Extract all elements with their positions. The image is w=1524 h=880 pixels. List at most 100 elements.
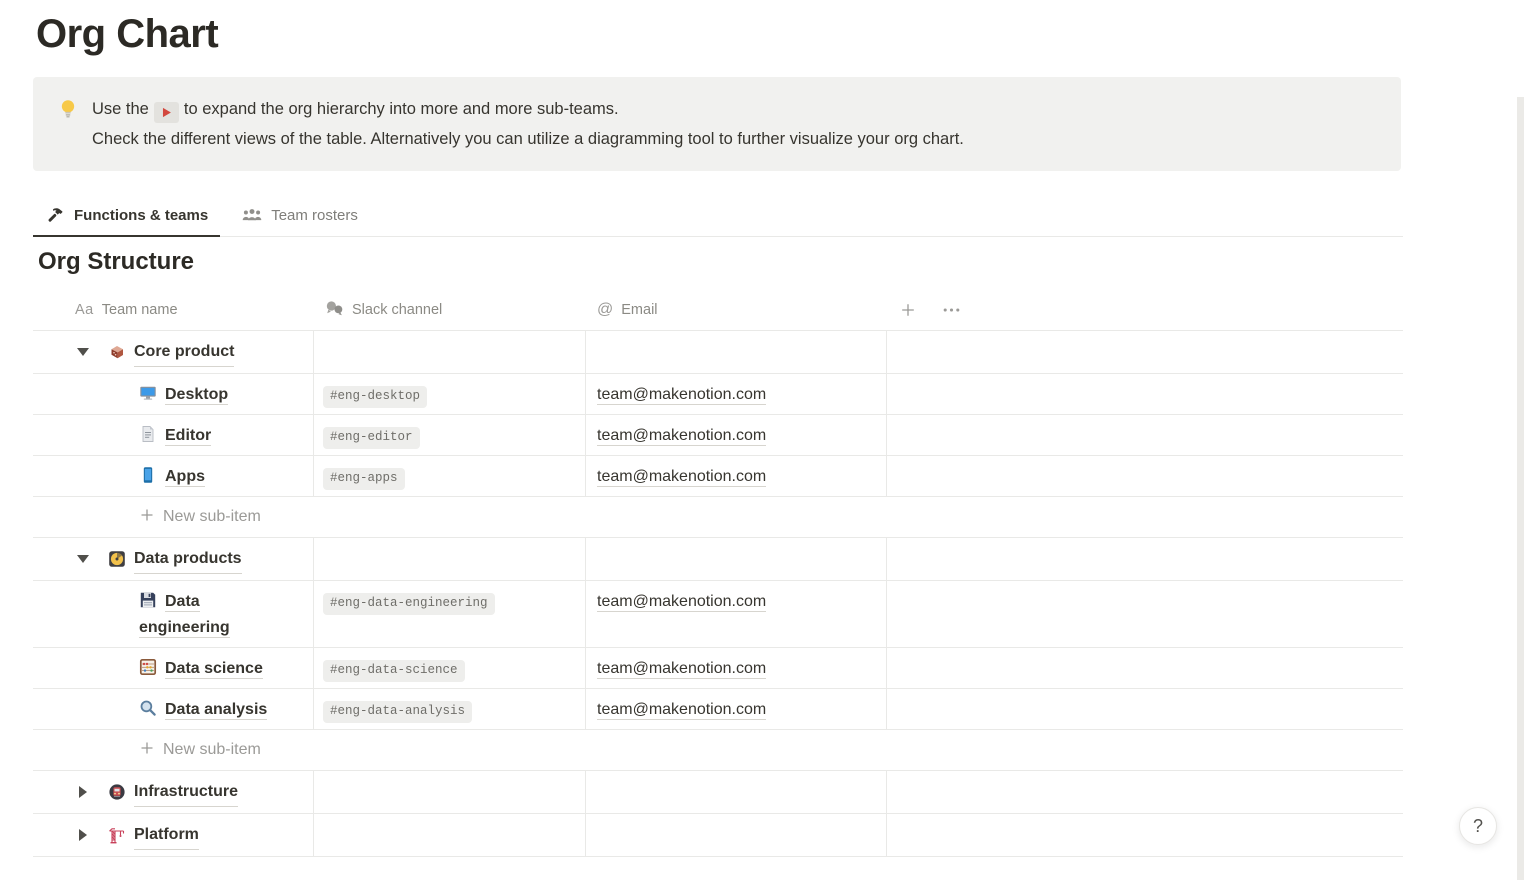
empty-cell[interactable]: [886, 331, 1403, 373]
new-sub-item-row: New sub-item: [33, 730, 1403, 771]
table-row: Core product: [33, 331, 1403, 374]
team-name-link[interactable]: Desktop: [165, 386, 228, 405]
table-options-button[interactable]: [940, 299, 962, 321]
email-link[interactable]: team@makenotion.com: [597, 386, 766, 405]
toggle-expand-icon[interactable]: [71, 780, 95, 804]
new-sub-item-label: New sub-item: [163, 508, 261, 526]
slack-channel-chip[interactable]: #eng-data-analysis: [323, 701, 472, 723]
empty-cell[interactable]: [886, 456, 1403, 496]
table-row: Platform: [33, 814, 1403, 857]
empty-cell[interactable]: [886, 648, 1403, 688]
email-cell[interactable]: [585, 814, 886, 856]
slack-channel-cell[interactable]: #eng-editor: [313, 415, 585, 455]
team-name-link[interactable]: Platform: [134, 822, 199, 850]
floppy-disk-icon: [139, 591, 157, 609]
toggle-expand-icon[interactable]: [71, 823, 95, 847]
team-name-cell[interactable]: Data engineering: [33, 581, 313, 647]
team-name-link[interactable]: Apps: [165, 468, 205, 487]
toggle-collapse-icon[interactable]: [71, 340, 95, 364]
email-cell[interactable]: team@makenotion.com: [585, 374, 886, 414]
empty-cell[interactable]: [886, 689, 1403, 729]
brick-icon: [108, 343, 126, 361]
slack-channel-cell[interactable]: [313, 814, 585, 856]
team-name-cell[interactable]: Core product: [33, 331, 313, 373]
callout-text: Use theto expand the org hierarchy into …: [92, 94, 964, 154]
email-link[interactable]: team@makenotion.com: [597, 427, 766, 446]
slack-channel-chip[interactable]: #eng-desktop: [323, 386, 427, 408]
abacus-icon: [139, 658, 157, 676]
slack-channel-chip[interactable]: #eng-apps: [323, 468, 405, 490]
slack-channel-chip[interactable]: #eng-data-science: [323, 660, 465, 682]
slack-channel-chip[interactable]: #eng-data-engineering: [323, 593, 495, 615]
callout: Use theto expand the org hierarchy into …: [33, 77, 1401, 171]
team-name-cell[interactable]: Editor: [33, 415, 313, 455]
tab-label: Functions & teams: [74, 207, 208, 224]
slack-channel-cell[interactable]: [313, 538, 585, 580]
crane-icon: [108, 826, 126, 844]
team-name-cell[interactable]: Infrastructure: [33, 771, 313, 813]
column-header-email[interactable]: @ Email: [585, 301, 886, 319]
toggle-collapse-icon[interactable]: [71, 547, 95, 571]
email-link[interactable]: team@makenotion.com: [597, 701, 766, 720]
page-title: Org Chart: [36, 6, 218, 62]
scrollbar[interactable]: [1517, 97, 1524, 880]
email-cell[interactable]: team@makenotion.com: [585, 415, 886, 455]
callout-line1-suffix: to expand the org hierarchy into more an…: [184, 100, 619, 118]
team-name-link[interactable]: Data science: [165, 660, 263, 679]
minidisc-icon: [108, 550, 126, 568]
slack-channel-chip[interactable]: #eng-editor: [323, 427, 420, 449]
team-name-link[interactable]: Editor: [165, 427, 211, 446]
column-header-slack-channel[interactable]: Slack channel: [313, 300, 585, 321]
email-link[interactable]: team@makenotion.com: [597, 660, 766, 679]
team-name-cell[interactable]: Platform: [33, 814, 313, 856]
view-tabs: Functions & teams Team rosters: [33, 194, 1403, 237]
add-property-button[interactable]: [897, 299, 919, 321]
email-link[interactable]: team@makenotion.com: [597, 468, 766, 487]
team-name-link[interactable]: Data analysis: [165, 701, 267, 720]
column-header-team-name[interactable]: Aa Team name: [33, 302, 313, 318]
table-row: Data analysis #eng-data-analysis team@make…: [33, 689, 1403, 730]
chat-bubbles-icon: [325, 300, 344, 321]
email-cell[interactable]: team@makenotion.com: [585, 581, 886, 647]
new-sub-item-button[interactable]: New sub-item: [33, 497, 1403, 537]
help-button[interactable]: ?: [1459, 807, 1497, 845]
email-cell[interactable]: team@makenotion.com: [585, 689, 886, 729]
team-name-link[interactable]: Data products: [134, 546, 242, 574]
slack-channel-cell[interactable]: [313, 771, 585, 813]
tab-team-rosters[interactable]: Team rosters: [230, 194, 370, 236]
email-cell[interactable]: team@makenotion.com: [585, 648, 886, 688]
new-sub-item-button[interactable]: New sub-item: [33, 730, 1403, 770]
help-label: ?: [1473, 816, 1483, 837]
email-link[interactable]: team@makenotion.com: [597, 593, 766, 612]
desktop-computer-icon: [139, 384, 157, 402]
tab-functions-and-teams[interactable]: Functions & teams: [33, 194, 220, 236]
plus-icon: [140, 741, 154, 760]
team-name-link[interactable]: Infrastructure: [134, 779, 238, 807]
slack-channel-cell[interactable]: #eng-desktop: [313, 374, 585, 414]
email-cell[interactable]: [585, 771, 886, 813]
slack-channel-cell[interactable]: #eng-data-science: [313, 648, 585, 688]
header-actions: [886, 299, 962, 321]
team-name-cell[interactable]: Data analysis: [33, 689, 313, 729]
empty-cell[interactable]: [886, 771, 1403, 813]
email-cell[interactable]: team@makenotion.com: [585, 456, 886, 496]
team-name-cell[interactable]: Data science: [33, 648, 313, 688]
team-name-cell[interactable]: Desktop: [33, 374, 313, 414]
slack-channel-cell[interactable]: [313, 331, 585, 373]
table-row: Infrastructure: [33, 771, 1403, 814]
empty-cell[interactable]: [886, 814, 1403, 856]
empty-cell[interactable]: [886, 538, 1403, 580]
email-cell[interactable]: [585, 538, 886, 580]
team-name-link[interactable]: Core product: [134, 339, 234, 367]
email-cell[interactable]: [585, 331, 886, 373]
empty-cell[interactable]: [886, 581, 1403, 647]
table-row: Data engineering #eng-data-engineering tea…: [33, 581, 1403, 648]
slack-channel-cell[interactable]: #eng-data-analysis: [313, 689, 585, 729]
team-name-cell[interactable]: Data products: [33, 538, 313, 580]
empty-cell[interactable]: [886, 374, 1403, 414]
slack-channel-cell[interactable]: #eng-apps: [313, 456, 585, 496]
slack-channel-cell[interactable]: #eng-data-engineering: [313, 581, 585, 647]
table-row: Editor #eng-editor team@makenotion.com: [33, 415, 1403, 456]
team-name-cell[interactable]: Apps: [33, 456, 313, 496]
empty-cell[interactable]: [886, 415, 1403, 455]
